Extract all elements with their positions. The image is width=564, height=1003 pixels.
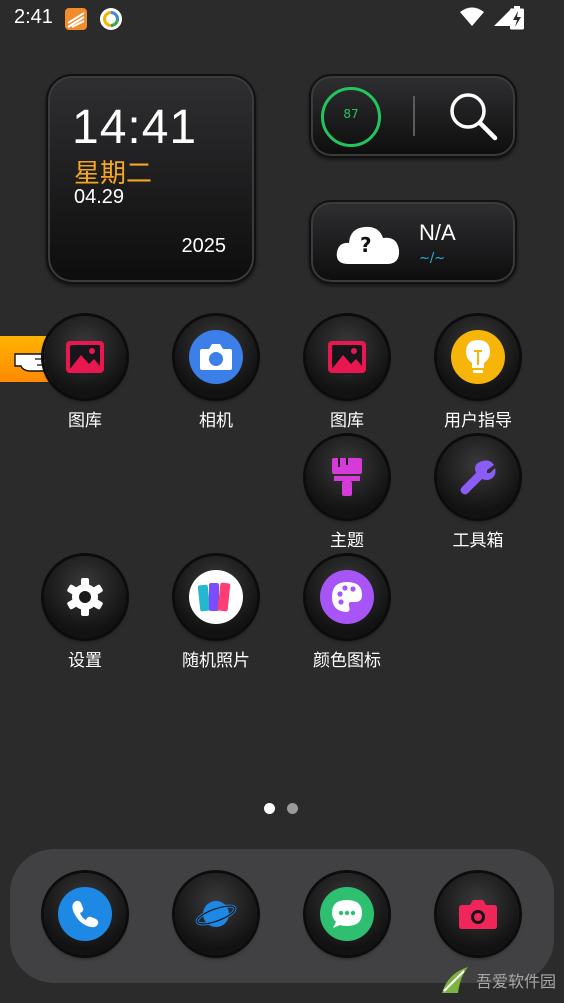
memory-percent: 87 [343,107,359,121]
memory-ring[interactable]: 87 [321,87,381,147]
app-label: 主题 [330,531,364,551]
weather-temperature: N/A [419,220,456,245]
phone-icon [58,887,112,941]
signal-icon [494,8,512,26]
widget-time: 14:41 [72,101,198,154]
memory-search-widget: 87 [309,74,517,158]
page-indicator [264,803,298,814]
app-label: 设置 [68,651,102,671]
app-label: 图库 [68,411,102,431]
notification-ring-icon [100,8,122,30]
clock-widget[interactable]: 14:41 星期二 04.29 2025 [46,74,256,284]
camera-icon [451,887,505,941]
app-color-icons[interactable]: 颜色图标 [292,556,402,676]
app-settings[interactable]: 设置 [30,556,140,676]
cloud-icon: ? [335,220,401,266]
gear-icon [58,570,112,624]
camera-icon [189,330,243,384]
widget-weekday: 星期二 [74,159,153,189]
dock-messages[interactable] [292,873,402,993]
widget-date: 04.29 [74,186,125,208]
planet-icon [189,887,243,941]
watermark: 吾爱软件园 [438,963,556,997]
dock-browser[interactable] [161,873,271,993]
app-label: 图库 [330,411,364,431]
app-label: 用户指导 [444,411,512,431]
gallery-icon [320,330,374,384]
app-label: 相机 [199,411,233,431]
status-time: 2:41 [14,6,53,28]
chat-bubble-icon [320,887,374,941]
app-gallery-2[interactable]: 图库 [292,316,402,436]
app-gallery-1[interactable]: 图库 [30,316,140,436]
notification-app-icon [65,8,87,30]
search-icon[interactable] [447,90,499,142]
widget-divider [413,96,415,136]
app-themes[interactable]: 主题 [292,436,402,556]
page-dot[interactable] [287,803,298,814]
wifi-icon [460,7,484,26]
weather-unknown-mark: ? [360,233,372,257]
app-random-photo[interactable]: 随机照片 [161,556,271,676]
gallery-icon [58,330,112,384]
wrench-icon [451,450,505,504]
app-camera[interactable]: 相机 [161,316,271,436]
widget-year: 2025 [181,235,227,257]
watermark-logo-icon [441,967,468,993]
app-label: 工具箱 [452,531,504,551]
weather-widget[interactable]: ? N/A ~/~ [309,200,517,284]
app-label: 颜色图标 [313,651,381,671]
photo-cards-icon [189,570,243,624]
app-label: 随机照片 [182,651,250,671]
lightbulb-icon [451,330,505,384]
weather-range: ~/~ [419,251,446,266]
status-bar: 2:41 [0,0,564,38]
page-dot-active[interactable] [264,803,275,814]
watermark-text: 吾爱软件园 [475,972,556,991]
dock-phone[interactable] [30,873,140,993]
app-toolbox[interactable]: 工具箱 [423,436,533,556]
palette-icon [320,570,374,624]
battery-charging-icon [510,6,524,30]
app-user-guide[interactable]: 用户指导 [423,316,533,436]
paint-roller-icon [320,450,374,504]
